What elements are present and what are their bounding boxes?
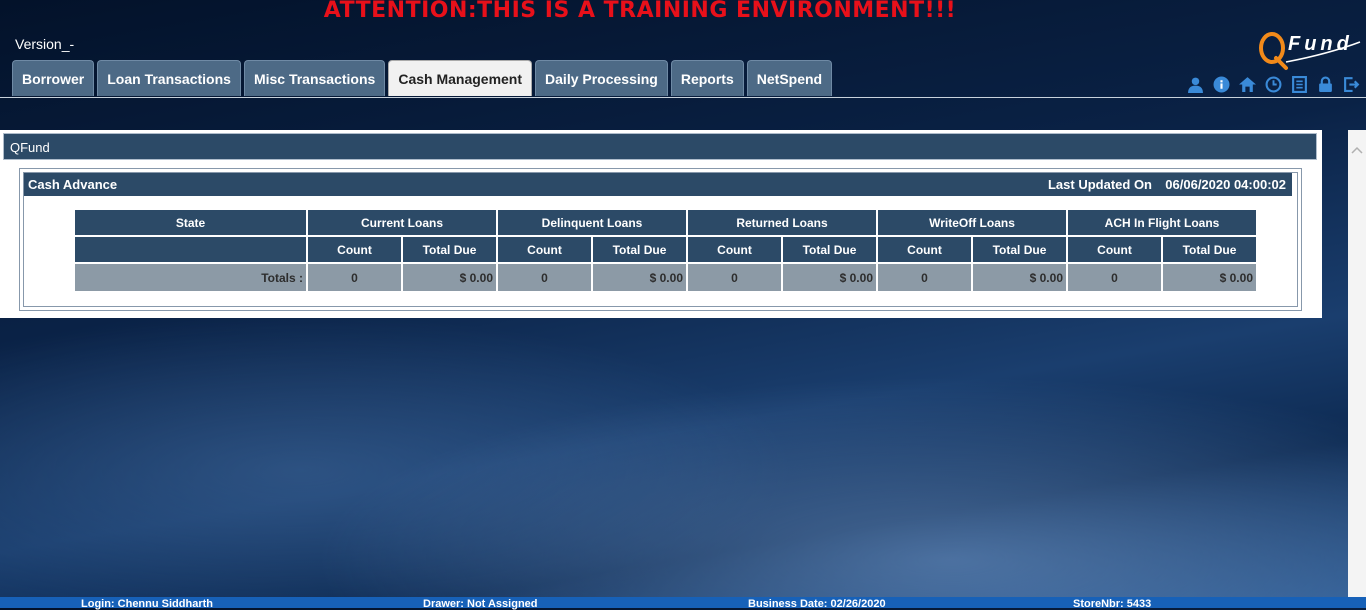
status-drawer: Drawer: Not Assigned: [423, 598, 538, 610]
header-ach-in-flight-loans: ACH In Flight Loans: [1068, 210, 1256, 237]
logo-text: Fund: [1288, 33, 1353, 55]
last-updated-label: Last Updated On: [1047, 177, 1152, 192]
returned-loans-total: $ 0.00: [783, 264, 876, 291]
current-loans-count: 0: [308, 264, 401, 291]
header-writeoff-loans: WriteOff Loans: [878, 210, 1066, 237]
header-total-due: Total Due: [1163, 237, 1256, 264]
status-business-date: Business Date: 02/26/2020: [748, 598, 886, 610]
writeoff-loans-total: $ 0.00: [973, 264, 1066, 291]
delinquent-loans-total: $ 0.00: [593, 264, 686, 291]
ach-loans-total: $ 0.00: [1163, 264, 1256, 291]
tab-daily-processing[interactable]: Daily Processing: [535, 60, 668, 96]
tab-netspend[interactable]: NetSpend: [746, 60, 833, 96]
header-state-blank: [75, 237, 306, 264]
header-total-due: Total Due: [783, 237, 876, 264]
panel-title: QFund: [3, 133, 1317, 160]
clock-icon[interactable]: [1264, 75, 1283, 94]
tab-cash-management[interactable]: Cash Management: [388, 60, 533, 96]
writeoff-loans-count: 0: [878, 264, 971, 291]
status-bar: Login: Chennu Siddharth Drawer: Not Assi…: [0, 597, 1366, 610]
current-loans-total: $ 0.00: [403, 264, 496, 291]
header-delinquent-loans: Delinquent Loans: [498, 210, 686, 237]
header-total-due: Total Due: [403, 237, 496, 264]
logout-icon[interactable]: [1342, 75, 1361, 94]
calculator-icon[interactable]: [1290, 75, 1309, 94]
header-returned-loans: Returned Loans: [688, 210, 876, 237]
main-nav: Borrower Loan Transactions Misc Transact…: [12, 60, 833, 96]
training-banner: ATTENTION:THIS IS A TRAINING ENVIRONMENT…: [323, 0, 957, 23]
header-current-loans: Current Loans: [308, 210, 496, 237]
header-count: Count: [1068, 237, 1161, 264]
ach-loans-count: 0: [1068, 264, 1161, 291]
tab-borrower[interactable]: Borrower: [12, 60, 95, 96]
delinquent-loans-count: 0: [498, 264, 591, 291]
status-login: Login: Chennu Siddharth: [81, 598, 213, 610]
cash-advance-header: Cash Advance Last Updated On 06/06/2020 …: [24, 173, 1292, 196]
toolbar-icons: [1186, 75, 1361, 94]
section-title: Cash Advance: [28, 177, 118, 192]
lock-icon[interactable]: [1316, 75, 1335, 94]
scroll-up-icon[interactable]: [1351, 146, 1363, 154]
vertical-scrollbar[interactable]: [1348, 130, 1366, 597]
qfund-logo: Fund: [1259, 32, 1361, 70]
last-updated-value: 06/06/2020 04:00:02: [1165, 177, 1286, 192]
nav-divider: [0, 97, 1366, 98]
version-label: Version_-: [15, 36, 75, 52]
status-store: StoreNbr: 5433: [1073, 598, 1152, 610]
header-total-due: Total Due: [593, 237, 686, 264]
user-icon[interactable]: [1186, 75, 1205, 94]
tab-loan-transactions[interactable]: Loan Transactions: [97, 60, 241, 96]
header-count: Count: [688, 237, 781, 264]
header-state: State: [75, 210, 306, 237]
returned-loans-count: 0: [688, 264, 781, 291]
tab-misc-transactions[interactable]: Misc Transactions: [243, 60, 386, 96]
loans-summary-table: State Current Loans Delinquent Loans Ret…: [73, 210, 1258, 291]
header-count: Count: [878, 237, 971, 264]
totals-row: Totals : 0 $ 0.00 0 $ 0.00 0 $ 0.00 0 $ …: [75, 264, 1256, 291]
header-count: Count: [308, 237, 401, 264]
info-icon[interactable]: [1212, 75, 1231, 94]
header-total-due: Total Due: [973, 237, 1066, 264]
home-icon[interactable]: [1238, 75, 1257, 94]
totals-label: Totals :: [75, 264, 306, 291]
header-count: Count: [498, 237, 591, 264]
tab-reports[interactable]: Reports: [670, 60, 744, 96]
